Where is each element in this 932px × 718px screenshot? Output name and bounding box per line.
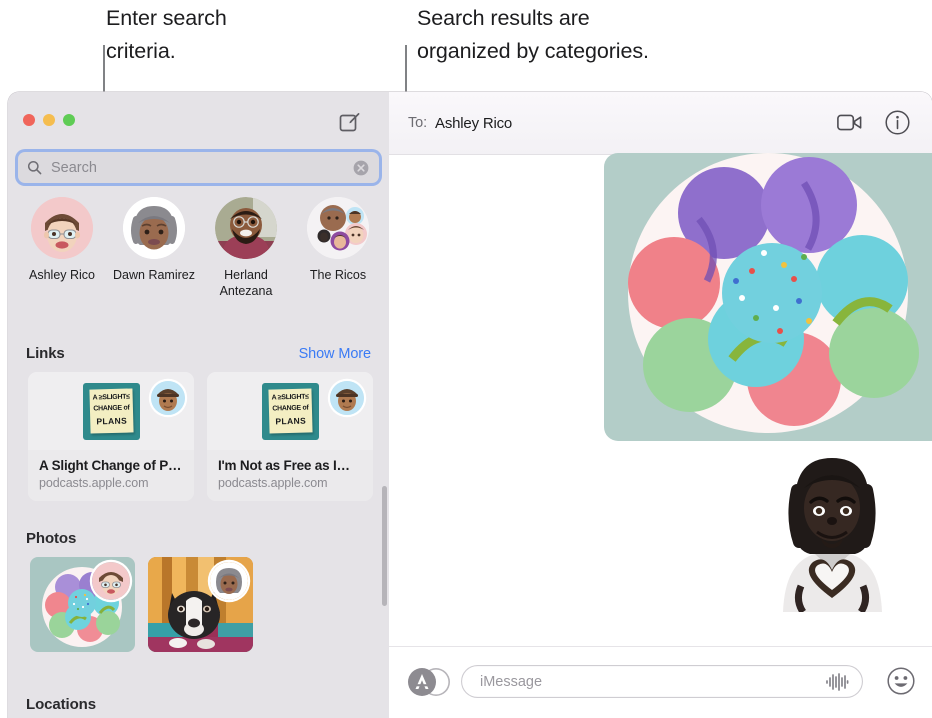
search-input[interactable] [49,158,353,177]
clear-icon[interactable] [353,160,369,176]
art-line-3: PLANS [95,415,127,426]
traffic-lights [23,114,75,126]
sidebar-scroll-area[interactable]: Ashley Rico [8,92,389,718]
art-line-1: A ≥SLIGHT≤ [92,393,130,401]
link-thumbnail: A ≥SLIGHT≤ CHANGE of PLANS [28,372,194,450]
art-line-3: PLANS [274,415,306,426]
contact-name: The Ricos [309,268,367,282]
avatar [31,197,93,259]
link-domain: podcasts.apple.com [218,476,328,490]
contact-name: Ashley Rico [29,268,95,282]
contact-name: Herland Antezana [219,268,273,298]
podcast-artwork-icon: A ≥SLIGHT≤ CHANGE of PLANS [261,382,319,440]
link-thumbnail: A ≥SLIGHT≤ CHANGE of PLANS [207,372,373,450]
contact-herland-antezana[interactable]: Herland Antezana [200,197,292,299]
link-title: I'm Not as Free as I… [218,458,350,473]
minimize-button[interactable] [43,114,55,126]
art-line-1: A ≥SLIGHT≤ [271,393,309,401]
message-sticker-memoji-heart-hands[interactable] [775,450,890,614]
info-icon[interactable] [885,110,910,135]
app-store-icon[interactable] [408,668,436,696]
podcast-artwork-icon: A ≥SLIGHT≤ CHANGE of PLANS [82,382,140,440]
message-input[interactable] [478,672,825,691]
audio-waveform-icon[interactable] [825,672,849,692]
art-line-2: CHANGE of [92,404,130,412]
sidebar-scrollbar[interactable] [382,486,387,606]
callout-enter-search-criteria: Enter search criteria. [106,6,227,63]
message-input-field[interactable] [461,665,863,698]
contact-ashley-rico[interactable]: Ashley Rico [16,197,108,299]
plate-of-macarons-image [604,153,932,441]
show-more-button[interactable]: Show More [299,346,372,362]
video-camera-icon[interactable] [837,113,862,132]
avatar [307,197,369,259]
section-title: Links [26,345,65,362]
art-line-2: CHANGE of [271,404,309,412]
search-icon [27,160,42,175]
photo-thumbnail[interactable] [148,557,253,652]
link-meta: A Slight Change of P… podcasts.apple.com [28,450,194,501]
recipient-name[interactable]: Ashley Rico [435,115,512,132]
search-field[interactable] [18,152,379,183]
message-bubble-image[interactable] [604,153,932,441]
callout-results-organized-by-categories: Search results are organized by categori… [417,6,649,63]
conversation-header: To: Ashley Rico [389,92,932,155]
link-card[interactable]: A ≥SLIGHT≤ CHANGE of PLANS [28,372,194,501]
contacts-row: Ashley Rico Dawn Ramirez Herland Antezan… [8,197,389,299]
sidebar: Ashley Rico [8,92,389,718]
link-domain: podcasts.apple.com [39,476,149,490]
link-title: A Slight Change of P… [39,458,182,473]
conversation-pane: To: Ashley Rico iMessage [389,92,932,718]
messages-window: Ashley Rico [8,92,932,718]
sender-avatar [330,381,364,415]
emoji-smiley-icon[interactable] [887,667,915,695]
section-header-links: Links Show More [8,345,389,362]
section-header-locations: Locations [8,696,389,713]
links-row: A ≥SLIGHT≤ CHANGE of PLANS A Slight Chan… [28,372,373,501]
avatar [215,197,277,259]
close-button[interactable] [23,114,35,126]
section-header-photos: Photos [8,530,389,547]
window-titlebar [8,92,389,154]
sticky-note-shape: A ≥SLIGHT≤ CHANGE of PLANS [88,387,134,434]
screenshot-root: Enter search criteria. Search results ar… [0,0,932,718]
search-field-wrapper [18,152,379,183]
zoom-button[interactable] [63,114,75,126]
contact-dawn-ramirez[interactable]: Dawn Ramirez [108,197,200,299]
to-label: To: [408,115,428,131]
sender-avatar [210,562,248,600]
sender-avatar [92,562,130,600]
link-meta: I'm Not as Free as I… podcasts.apple.com [207,450,373,501]
message-composer [389,646,932,718]
section-title: Locations [26,696,96,713]
compose-icon[interactable] [339,112,361,134]
link-card[interactable]: A ≥SLIGHT≤ CHANGE of PLANS [207,372,373,501]
photos-row [30,557,253,652]
sticky-note-shape: A ≥SLIGHT≤ CHANGE of PLANS [267,387,313,434]
section-title: Photos [26,530,77,547]
avatar [123,197,185,259]
sender-avatar [151,381,185,415]
contact-name: Dawn Ramirez [113,268,195,282]
photo-thumbnail[interactable] [30,557,135,652]
contact-the-ricos[interactable]: The Ricos [292,197,384,299]
